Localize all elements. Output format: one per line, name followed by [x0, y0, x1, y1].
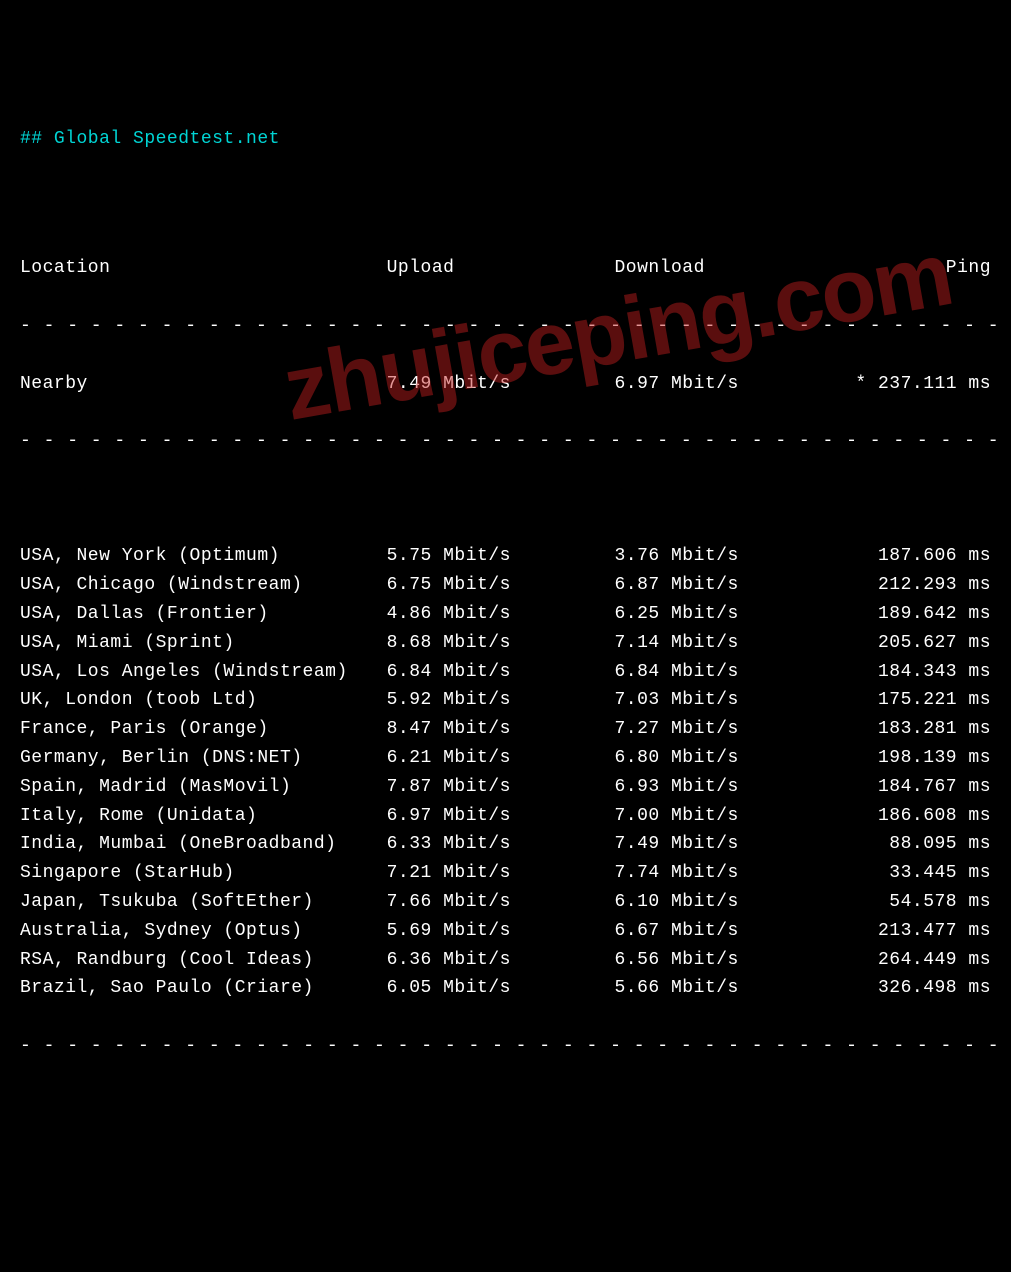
blank-line [20, 197, 991, 226]
table-row: Japan, Tsukuba (SoftEther)7.66 Mbit/s6.1… [20, 888, 991, 917]
divider: - - - - - - - - - - - - - - - - - - - - … [20, 1032, 1005, 1061]
cell-ping: 264.449 ms [832, 946, 991, 975]
table-row: USA, Dallas (Frontier)4.86 Mbit/s6.25 Mb… [20, 600, 991, 629]
cell-download: 6.84 Mbit/s [615, 658, 833, 687]
table-row: USA, New York (Optimum)5.75 Mbit/s3.76 M… [20, 542, 991, 571]
table-row: Australia, Sydney (Optus)5.69 Mbit/s6.67… [20, 917, 991, 946]
cell-location: Australia, Sydney (Optus) [20, 917, 387, 946]
nearby-location: Nearby [20, 370, 387, 399]
cell-download: 7.74 Mbit/s [615, 859, 833, 888]
cell-location: India, Mumbai (OneBroadband) [20, 830, 387, 859]
header-ping: Ping [832, 254, 991, 283]
nearby-ping: * 237.111 ms [832, 370, 991, 399]
cell-upload: 6.21 Mbit/s [387, 744, 615, 773]
cell-ping: 189.642 ms [832, 600, 991, 629]
cell-location: UK, London (toob Ltd) [20, 686, 387, 715]
cell-location: USA, Miami (Sprint) [20, 629, 387, 658]
cell-upload: 6.84 Mbit/s [387, 658, 615, 687]
header-location: Location [20, 254, 387, 283]
header-row: Location Upload Download Ping [20, 254, 991, 283]
cell-upload: 8.68 Mbit/s [387, 629, 615, 658]
cell-download: 5.66 Mbit/s [615, 974, 833, 1003]
cell-ping: 187.606 ms [832, 542, 991, 571]
cell-ping: 326.498 ms [832, 974, 991, 1003]
cell-upload: 5.69 Mbit/s [387, 917, 615, 946]
cell-ping: 33.445 ms [832, 859, 991, 888]
cell-upload: 6.75 Mbit/s [387, 571, 615, 600]
cell-location: USA, Chicago (Windstream) [20, 571, 387, 600]
cell-download: 6.56 Mbit/s [615, 946, 833, 975]
table-row: UK, London (toob Ltd)5.92 Mbit/s7.03 Mbi… [20, 686, 991, 715]
cell-ping: 186.608 ms [832, 802, 991, 831]
cell-upload: 6.97 Mbit/s [387, 802, 615, 831]
rows-container: USA, New York (Optimum)5.75 Mbit/s3.76 M… [20, 542, 991, 1003]
section-title: ## Global Speedtest.net [20, 125, 991, 154]
cell-upload: 7.66 Mbit/s [387, 888, 615, 917]
cell-download: 6.80 Mbit/s [615, 744, 833, 773]
cell-ping: 205.627 ms [832, 629, 991, 658]
header-upload: Upload [387, 254, 615, 283]
cell-location: Italy, Rome (Unidata) [20, 802, 387, 831]
cell-upload: 8.47 Mbit/s [387, 715, 615, 744]
cell-upload: 6.36 Mbit/s [387, 946, 615, 975]
cell-download: 3.76 Mbit/s [615, 542, 833, 571]
nearby-row: Nearby 7.49 Mbit/s 6.97 Mbit/s * 237.111… [20, 370, 991, 399]
nearby-upload: 7.49 Mbit/s [387, 370, 615, 399]
cell-upload: 5.75 Mbit/s [387, 542, 615, 571]
cell-ping: 54.578 ms [832, 888, 991, 917]
cell-ping: 213.477 ms [832, 917, 991, 946]
table-row: USA, Chicago (Windstream)6.75 Mbit/s6.87… [20, 571, 991, 600]
cell-location: Germany, Berlin (DNS:NET) [20, 744, 387, 773]
cell-download: 7.00 Mbit/s [615, 802, 833, 831]
cell-ping: 88.095 ms [832, 830, 991, 859]
header-download: Download [615, 254, 833, 283]
cell-ping: 175.221 ms [832, 686, 991, 715]
cell-upload: 5.92 Mbit/s [387, 686, 615, 715]
divider: - - - - - - - - - - - - - - - - - - - - … [20, 312, 1005, 341]
cell-download: 6.10 Mbit/s [615, 888, 833, 917]
table-row: India, Mumbai (OneBroadband)6.33 Mbit/s7… [20, 830, 991, 859]
cell-location: USA, New York (Optimum) [20, 542, 387, 571]
cell-ping: 184.343 ms [832, 658, 991, 687]
cell-ping: 212.293 ms [832, 571, 991, 600]
table-row: USA, Miami (Sprint)8.68 Mbit/s7.14 Mbit/… [20, 629, 991, 658]
table-row: Italy, Rome (Unidata)6.97 Mbit/s7.00 Mbi… [20, 802, 991, 831]
table-row: France, Paris (Orange)8.47 Mbit/s7.27 Mb… [20, 715, 991, 744]
table-row: Germany, Berlin (DNS:NET)6.21 Mbit/s6.80… [20, 744, 991, 773]
cell-download: 7.03 Mbit/s [615, 686, 833, 715]
cell-location: USA, Dallas (Frontier) [20, 600, 387, 629]
cell-location: Singapore (StarHub) [20, 859, 387, 888]
table-row: Spain, Madrid (MasMovil)7.87 Mbit/s6.93 … [20, 773, 991, 802]
cell-upload: 4.86 Mbit/s [387, 600, 615, 629]
cell-download: 6.25 Mbit/s [615, 600, 833, 629]
cell-location: Japan, Tsukuba (SoftEther) [20, 888, 387, 917]
cell-ping: 184.767 ms [832, 773, 991, 802]
cell-upload: 6.33 Mbit/s [387, 830, 615, 859]
cell-upload: 6.05 Mbit/s [387, 974, 615, 1003]
cell-location: RSA, Randburg (Cool Ideas) [20, 946, 387, 975]
nearby-download: 6.97 Mbit/s [615, 370, 833, 399]
table-row: Singapore (StarHub)7.21 Mbit/s7.74 Mbit/… [20, 859, 991, 888]
cell-location: USA, Los Angeles (Windstream) [20, 658, 387, 687]
divider: - - - - - - - - - - - - - - - - - - - - … [20, 427, 1005, 456]
table-row: Brazil, Sao Paulo (Criare)6.05 Mbit/s5.6… [20, 974, 991, 1003]
cell-download: 6.93 Mbit/s [615, 773, 833, 802]
cell-download: 6.87 Mbit/s [615, 571, 833, 600]
cell-download: 7.14 Mbit/s [615, 629, 833, 658]
cell-download: 6.67 Mbit/s [615, 917, 833, 946]
cell-download: 7.27 Mbit/s [615, 715, 833, 744]
cell-download: 7.49 Mbit/s [615, 830, 833, 859]
table-row: RSA, Randburg (Cool Ideas)6.36 Mbit/s6.5… [20, 946, 991, 975]
cell-upload: 7.87 Mbit/s [387, 773, 615, 802]
cell-ping: 198.139 ms [832, 744, 991, 773]
cell-location: Brazil, Sao Paulo (Criare) [20, 974, 387, 1003]
cell-upload: 7.21 Mbit/s [387, 859, 615, 888]
table-row: USA, Los Angeles (Windstream)6.84 Mbit/s… [20, 658, 991, 687]
cell-location: Spain, Madrid (MasMovil) [20, 773, 387, 802]
cell-ping: 183.281 ms [832, 715, 991, 744]
cell-location: France, Paris (Orange) [20, 715, 387, 744]
blank-line [20, 485, 991, 514]
